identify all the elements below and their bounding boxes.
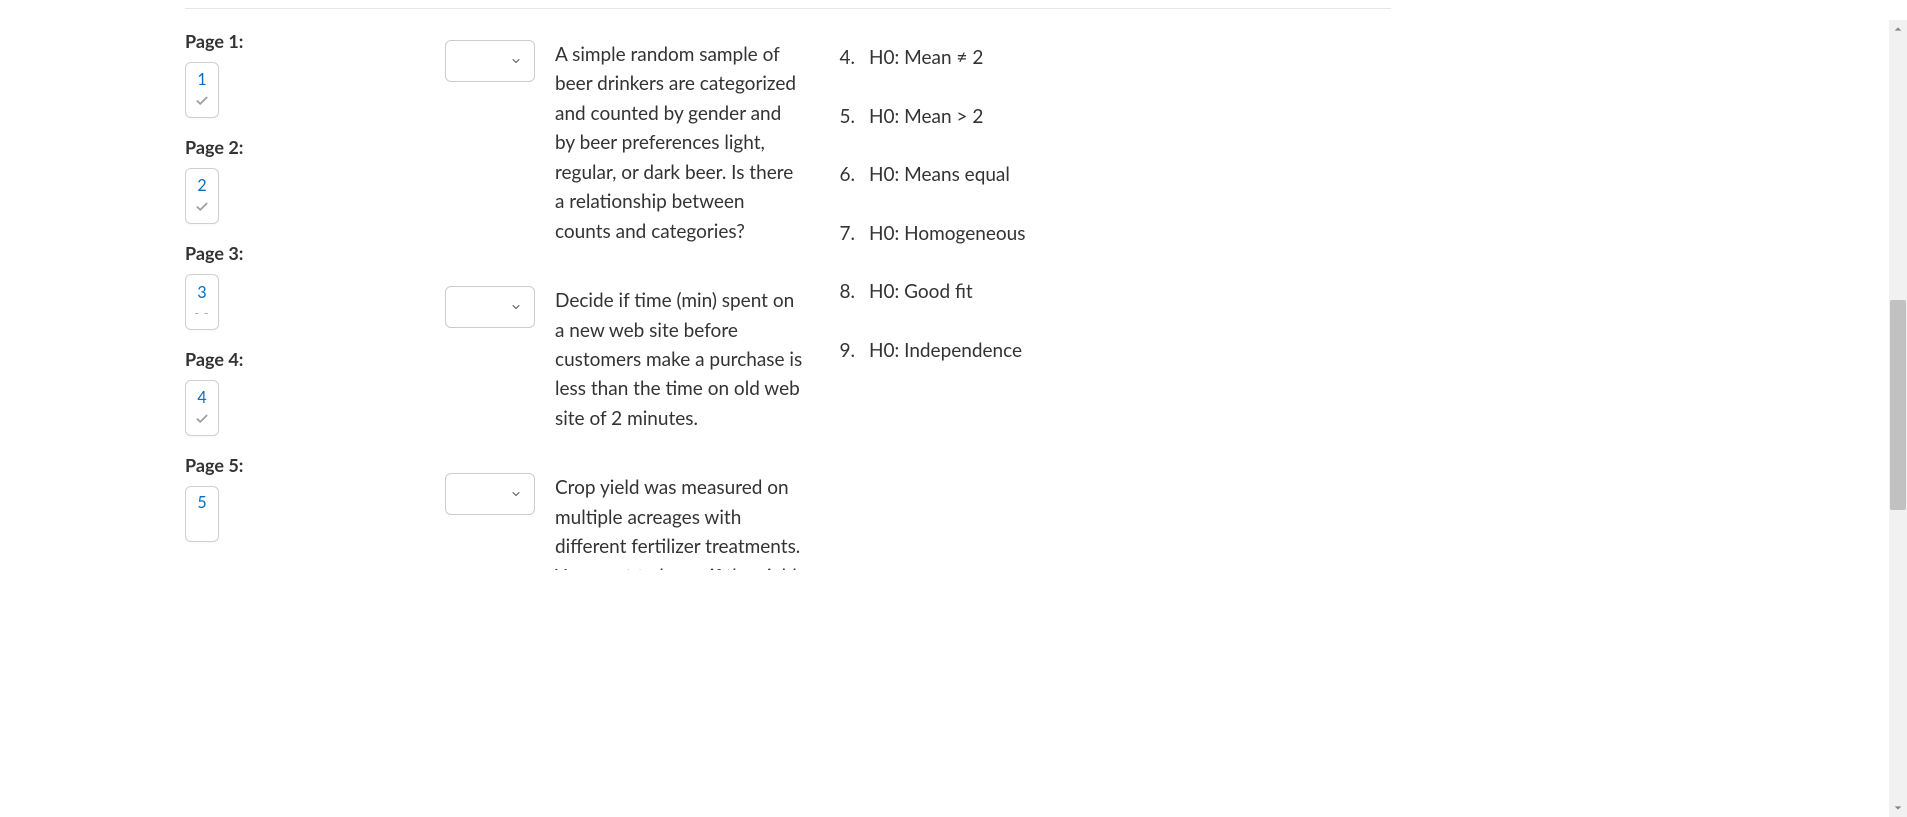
divider (185, 8, 1391, 9)
answer-select[interactable] (445, 473, 535, 515)
dash-icon: - - (195, 307, 210, 319)
answer-number: 6. (835, 161, 855, 190)
scroll-thumb[interactable] (1890, 300, 1906, 510)
answer-option: 8. H0: Good fit (835, 278, 1365, 307)
scroll-down-arrow-icon[interactable] (1889, 799, 1907, 817)
answer-text: H0: Mean > 2 (869, 103, 983, 132)
answer-select[interactable] (445, 40, 535, 82)
chevron-down-icon (510, 55, 522, 67)
check-icon (195, 412, 209, 426)
page-nav-scroll[interactable]: Page 1: 1 Page 2: 2 Page 3: (185, 20, 395, 570)
prompt-text: Crop yield was measured on multiple acre… (555, 473, 805, 570)
page-label: Page 3: (185, 242, 395, 264)
check-icon (195, 200, 209, 214)
answer-select[interactable] (445, 286, 535, 328)
prompt-text: Decide if time (min) spent on a new web … (555, 286, 805, 433)
answer-text: H0: Means equal (869, 161, 1010, 190)
check-icon (195, 94, 209, 108)
match-row: Crop yield was measured on multiple acre… (445, 473, 805, 570)
answer-option: 7. H0: Homogeneous (835, 220, 1365, 249)
prompts-column: A simple random sample of beer drinkers … (445, 40, 805, 570)
answer-number: 9. (835, 337, 855, 366)
page-tile-5[interactable]: 5 (185, 486, 219, 542)
page-scrollbar[interactable] (1889, 20, 1907, 817)
question-scroll[interactable]: A simple random sample of beer drinkers … (395, 20, 1395, 570)
scroll-up-arrow-icon[interactable] (1889, 20, 1907, 38)
page-tile-2[interactable]: 2 (185, 168, 219, 224)
page-label: Page 5: (185, 454, 395, 476)
page-label: Page 2: (185, 136, 395, 158)
page-tile-3[interactable]: 3 - - (185, 274, 219, 330)
match-row: Decide if time (min) spent on a new web … (445, 286, 805, 433)
answer-text: H0: Good fit (869, 278, 973, 307)
prompt-text: A simple random sample of beer drinkers … (555, 40, 805, 246)
page-number: 5 (197, 495, 206, 511)
page-number: 1 (197, 72, 206, 88)
answer-text: H0: Homogeneous (869, 220, 1025, 249)
page-tile-1[interactable]: 1 (185, 62, 219, 118)
answer-text: H0: Mean ≠ 2 (869, 44, 983, 73)
answer-option: 9. H0: Independence (835, 337, 1365, 366)
matching-question: A simple random sample of beer drinkers … (395, 20, 1395, 570)
answer-number: 7. (835, 220, 855, 249)
answers-column: 4. H0: Mean ≠ 2 5. H0: Mean > 2 6. H0: M… (835, 40, 1365, 395)
page-label: Page 4: (185, 348, 395, 370)
answer-option: 5. H0: Mean > 2 (835, 103, 1365, 132)
answer-number: 5. (835, 103, 855, 132)
chevron-down-icon (510, 488, 522, 500)
page-tile-4[interactable]: 4 (185, 380, 219, 436)
answer-text: H0: Independence (869, 337, 1022, 366)
match-row: A simple random sample of beer drinkers … (445, 40, 805, 246)
chevron-down-icon (510, 301, 522, 313)
status-empty (200, 517, 204, 533)
page-number: 4 (197, 390, 206, 406)
page-nav: Page 1: 1 Page 2: 2 Page 3: (185, 20, 395, 570)
answer-option: 6. H0: Means equal (835, 161, 1365, 190)
page-number: 2 (197, 178, 206, 194)
answer-number: 4. (835, 44, 855, 73)
page-label: Page 1: (185, 30, 395, 52)
answer-option: 4. H0: Mean ≠ 2 (835, 44, 1365, 73)
answer-number: 8. (835, 278, 855, 307)
page-number: 3 (197, 285, 206, 301)
